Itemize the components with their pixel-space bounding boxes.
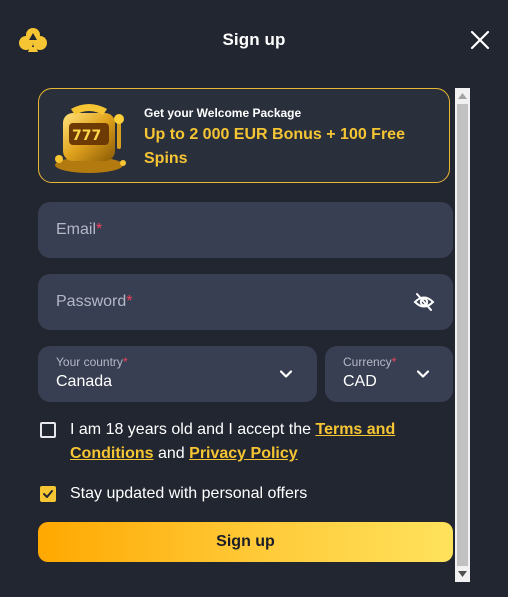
page-title: Sign up — [222, 30, 286, 49]
slot-machine-icon: 777 — [55, 104, 126, 173]
privacy-link[interactable]: Privacy Policy — [189, 445, 298, 462]
scroll-up-arrow-icon[interactable] — [458, 93, 467, 99]
offers-text: Stay updated with personal offers — [70, 485, 308, 502]
currency-select[interactable]: Currency* CAD — [325, 346, 453, 402]
scroll-down-arrow-icon[interactable] — [458, 571, 467, 577]
scrollbar-thumb[interactable] — [457, 104, 468, 566]
currency-value: CAD — [343, 373, 377, 390]
welcome-banner: 777 Get your Welcome Package Up to 2 000… — [38, 88, 450, 183]
svg-text:777: 777 — [72, 128, 101, 144]
signup-button[interactable]: Sign up — [38, 522, 453, 562]
signup-form: 777 Get your Welcome Package Up to 2 000… — [38, 88, 454, 582]
terms-checkbox[interactable] — [40, 422, 56, 438]
email-field[interactable]: Email* — [38, 202, 453, 258]
terms-text: I am 18 years old and I accept the Terms… — [70, 421, 396, 462]
country-select[interactable]: Your country* Canada — [38, 346, 317, 402]
country-value: Canada — [56, 373, 113, 390]
currency-label: Currency* — [343, 355, 397, 369]
email-placeholder: Email* — [56, 221, 103, 238]
banner-offer: Up to 2 000 EUR Bonus + 100 Free Spins — [144, 126, 405, 167]
scrollbar[interactable] — [455, 88, 470, 582]
offers-checkbox[interactable] — [40, 486, 56, 502]
country-label: Your country* — [56, 355, 128, 369]
password-placeholder: Password* — [56, 293, 133, 310]
eye-off-icon[interactable] — [413, 291, 435, 313]
password-field[interactable]: Password* — [38, 274, 453, 330]
close-icon[interactable] — [468, 28, 492, 52]
chevron-down-icon — [416, 370, 430, 378]
checkmark-icon — [43, 490, 53, 498]
chevron-down-icon — [279, 370, 293, 378]
modal-header: Sign up — [0, 0, 508, 80]
banner-subtitle: Get your Welcome Package — [144, 106, 302, 120]
